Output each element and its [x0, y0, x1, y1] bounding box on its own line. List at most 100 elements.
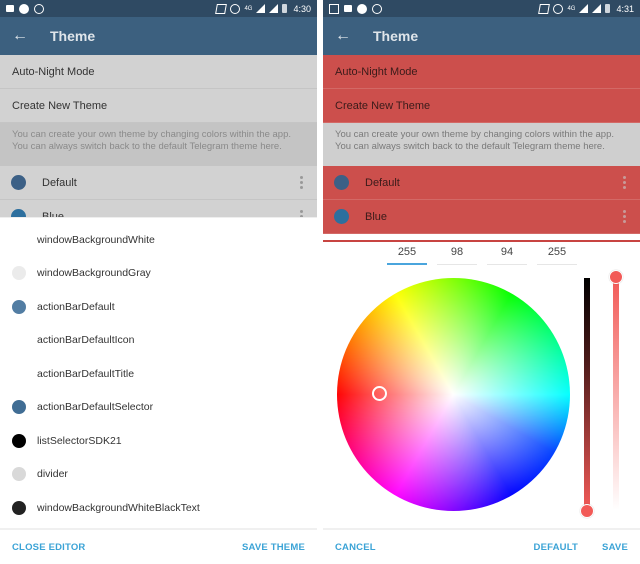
- color-item[interactable]: actionBarDefaultTitle: [0, 357, 317, 391]
- alarm-icon: [230, 3, 241, 14]
- create-new-theme-label: Create New Theme: [335, 99, 431, 112]
- color-picker-panel: 4G 4:31 ← Theme Auto-Night Mode Create N…: [323, 0, 640, 564]
- more-options-icon[interactable]: [300, 176, 303, 189]
- gallery-notification-icon: [344, 5, 352, 12]
- close-editor-button[interactable]: CLOSE EDITOR: [12, 542, 85, 553]
- color-swatch: [12, 366, 26, 381]
- battery-icon: [605, 4, 611, 13]
- signal-icon-2: [592, 4, 602, 13]
- color-swatch: [12, 299, 26, 314]
- whatsapp-notification-icon: [372, 3, 382, 14]
- color-swatch: [12, 266, 26, 281]
- color-swatch: [12, 400, 26, 415]
- gallery-notification-icon: [6, 5, 14, 12]
- color-editor-sheet: windowBackgroundWhite windowBackgroundGr…: [0, 217, 317, 564]
- battery-icon: [282, 4, 288, 13]
- theme-info-text: You can create your own theme by changin…: [0, 123, 317, 166]
- auto-night-mode-item[interactable]: Auto-Night Mode: [0, 55, 317, 89]
- color-key-name: actionBarDefaultTitle: [37, 367, 135, 380]
- auto-night-mode-label: Auto-Night Mode: [12, 65, 95, 78]
- color-wheel[interactable]: [337, 278, 570, 511]
- editor-footer: CLOSE EDITOR SAVE THEME: [0, 528, 317, 564]
- phone-notification-icon: [19, 3, 29, 14]
- save-theme-button[interactable]: SAVE THEME: [242, 542, 305, 553]
- theme-name: Default: [365, 176, 400, 189]
- color-key-name: actionBarDefaultSelector: [37, 401, 154, 414]
- default-button[interactable]: DEFAULT: [534, 542, 579, 553]
- color-picker: 255 98 94 255: [323, 240, 640, 530]
- clock: 4:31: [616, 3, 634, 14]
- color-swatch: [12, 467, 26, 482]
- picker-footer: CANCEL DEFAULT SAVE: [323, 528, 640, 564]
- alpha-input[interactable]: 255: [537, 246, 577, 265]
- network-type: 4G: [567, 5, 576, 12]
- theme-editor-panel: 4G 4:30 ← Theme Auto-Night Mode Create N…: [0, 0, 317, 564]
- blue-input[interactable]: 94: [487, 246, 527, 265]
- theme-item-default[interactable]: Default: [323, 166, 640, 200]
- color-swatch: [12, 500, 26, 515]
- color-item[interactable]: windowBackgroundWhite: [0, 223, 317, 257]
- page-title: Theme: [50, 28, 96, 44]
- green-input[interactable]: 98: [437, 246, 477, 265]
- theme-info-text: You can create your own theme by changin…: [323, 123, 640, 166]
- color-key-name: windowBackgroundWhite: [37, 233, 155, 246]
- color-swatch: [12, 232, 26, 247]
- brightness-slider[interactable]: [584, 278, 590, 510]
- color-key-name: listSelectorSDK21: [37, 434, 122, 447]
- color-key-name: actionBarDefaultIcon: [37, 334, 135, 347]
- opacity-slider[interactable]: [613, 278, 619, 510]
- color-key-name: windowBackgroundWhiteBlackText: [37, 501, 200, 514]
- create-new-theme-label: Create New Theme: [12, 99, 108, 112]
- color-item[interactable]: windowBackgroundWhiteBlackText: [0, 491, 317, 525]
- color-swatch: [12, 433, 26, 448]
- signal-icon: [579, 4, 589, 13]
- theme-color-dot: [334, 209, 349, 224]
- status-bar: 4G 4:31: [323, 0, 640, 17]
- auto-night-mode-label: Auto-Night Mode: [335, 65, 418, 78]
- page-title: Theme: [373, 28, 419, 44]
- status-bar: 4G 4:30: [0, 0, 317, 17]
- no-sim-icon: [215, 3, 228, 14]
- signal-icon-2: [269, 4, 279, 13]
- color-swatch: [12, 333, 26, 348]
- rgba-fields: 255 98 94 255: [387, 246, 577, 265]
- phone-notification-icon: [357, 3, 367, 14]
- back-arrow-icon[interactable]: ←: [0, 27, 40, 45]
- auto-night-mode-item[interactable]: Auto-Night Mode: [323, 55, 640, 89]
- color-wheel-handle[interactable]: [372, 386, 387, 401]
- theme-color-dot: [11, 175, 26, 190]
- create-new-theme-item[interactable]: Create New Theme: [0, 89, 317, 123]
- whatsapp-notification-icon: [34, 3, 44, 14]
- red-input[interactable]: 255: [387, 246, 427, 265]
- color-item[interactable]: windowBackgroundGray: [0, 257, 317, 291]
- color-item[interactable]: listSelectorSDK21: [0, 424, 317, 458]
- clock: 4:30: [293, 3, 311, 14]
- back-arrow-icon[interactable]: ←: [323, 27, 363, 45]
- color-item[interactable]: divider: [0, 458, 317, 492]
- color-item[interactable]: actionBarDefaultSelector: [0, 391, 317, 425]
- color-key-name: windowBackgroundGray: [37, 267, 151, 280]
- color-item[interactable]: actionBarDefault: [0, 290, 317, 324]
- action-bar: ← Theme: [0, 17, 317, 55]
- network-type: 4G: [244, 5, 253, 12]
- signal-icon: [256, 4, 266, 13]
- theme-color-dot: [334, 175, 349, 190]
- theme-name: Default: [42, 176, 77, 189]
- more-options-icon[interactable]: [623, 210, 626, 223]
- more-options-icon[interactable]: [623, 176, 626, 189]
- opacity-slider-handle[interactable]: [609, 270, 623, 284]
- color-key-name: actionBarDefault: [37, 300, 115, 313]
- theme-name: Blue: [365, 210, 388, 223]
- cancel-button[interactable]: CANCEL: [335, 542, 376, 553]
- color-item[interactable]: actionBarDefaultIcon: [0, 324, 317, 358]
- save-button[interactable]: SAVE: [602, 542, 628, 553]
- color-key-name: divider: [37, 468, 68, 481]
- action-bar: ← Theme: [323, 17, 640, 55]
- theme-item-default[interactable]: Default: [0, 166, 317, 200]
- brightness-slider-handle[interactable]: [580, 504, 594, 518]
- screenshot-notification-icon: [329, 3, 339, 14]
- theme-item-blue[interactable]: Blue: [323, 200, 640, 234]
- alarm-icon: [553, 3, 564, 14]
- no-sim-icon: [538, 3, 551, 14]
- create-new-theme-item[interactable]: Create New Theme: [323, 89, 640, 123]
